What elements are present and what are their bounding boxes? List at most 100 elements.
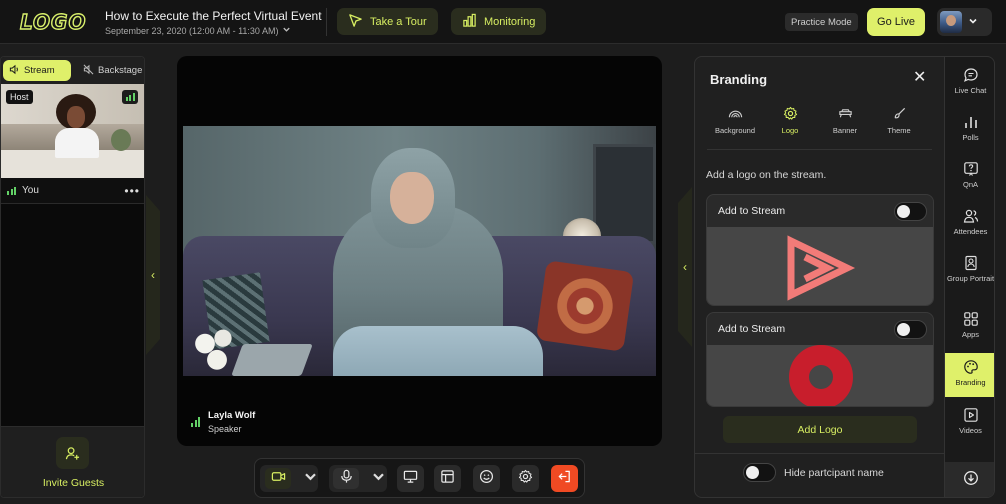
event-date-dropdown[interactable]: September 23, 2020 (12:00 AM - 11:30 AM): [105, 25, 291, 36]
banner-icon: [817, 106, 873, 121]
tab-stream[interactable]: Stream: [3, 60, 71, 81]
signal-strength-icon: [191, 417, 200, 427]
logo-preview[interactable]: [707, 345, 933, 406]
branding-description: Add a logo on the stream.: [706, 169, 827, 181]
sidebar-item-label: Videos: [959, 426, 982, 435]
camera-toggle-button[interactable]: [265, 468, 291, 489]
chat-icon: [945, 67, 994, 83]
download-button[interactable]: [945, 462, 994, 497]
speaker-video[interactable]: [183, 126, 656, 376]
add-to-stream-toggle[interactable]: [894, 320, 927, 339]
event-date: September 23, 2020 (12:00 AM - 11:30 AM): [105, 25, 279, 36]
sidebar-item-label: Attendees: [953, 227, 988, 236]
tab-theme[interactable]: Theme: [871, 106, 927, 135]
brand-logo[interactable]: LOGO: [19, 9, 86, 34]
triangle-logo-icon: [707, 235, 933, 305]
sidebar-item-polls[interactable]: Polls: [945, 114, 994, 158]
app-root: LOGO How to Execute the Perfect Virtual …: [0, 0, 1006, 504]
bar-chart-icon: [945, 114, 994, 130]
top-bar: LOGO How to Execute the Perfect Virtual …: [0, 0, 1006, 44]
sidebar-item-label: Live Chat: [954, 86, 987, 95]
tab-banner-label: Banner: [832, 126, 858, 135]
sidebar-item-live-chat[interactable]: Live Chat: [945, 67, 994, 111]
add-logo-button[interactable]: Add Logo: [723, 416, 917, 443]
add-to-stream-toggle[interactable]: [894, 202, 927, 221]
self-participant-row: You •••: [1, 178, 144, 204]
sidebar-item-label: Polls: [962, 133, 979, 142]
cursor-arrow-icon: [348, 13, 363, 31]
tab-background-label: Background: [714, 126, 756, 135]
brush-icon: [871, 106, 927, 121]
chevron-left-icon: ‹: [151, 268, 155, 282]
rainbow-icon: [707, 106, 763, 121]
tab-banner[interactable]: Banner: [817, 106, 873, 135]
sidebar-item-attendees[interactable]: Attendees: [945, 208, 994, 252]
sidebar-item-qna[interactable]: QnA: [945, 161, 994, 205]
sidebar-item-label: Apps: [961, 330, 980, 339]
ring-logo-icon: [707, 345, 933, 406]
add-to-stream-label: Add to Stream: [718, 205, 786, 217]
invite-guests-label: Invite Guests: [42, 477, 105, 489]
header-divider: [326, 8, 327, 36]
main-stage: Layla Wolf Speaker: [177, 56, 662, 446]
sidebar-item-label: Group Portrait: [946, 274, 995, 283]
event-title: How to Execute the Perfect Virtual Event: [105, 9, 322, 23]
logo-preview[interactable]: [707, 227, 933, 305]
collapse-left-panel-handle[interactable]: ‹: [146, 195, 160, 355]
tab-backstage[interactable]: Backstage: [77, 60, 144, 81]
speaker-name: Layla Wolf: [208, 410, 256, 421]
invite-guests-button[interactable]: Invite Guests: [1, 426, 144, 497]
video-file-icon: [945, 407, 994, 423]
bar-chart-icon: [462, 13, 477, 31]
collapse-right-panel-handle[interactable]: ‹: [678, 187, 692, 347]
microphone-toggle-button[interactable]: [333, 468, 359, 489]
camera-options-chevron-icon[interactable]: [303, 469, 318, 489]
microphone-control: [329, 465, 387, 492]
panel-divider: [695, 453, 944, 454]
monitoring-button[interactable]: Monitoring: [451, 8, 547, 35]
microphone-icon: [339, 469, 354, 489]
tab-logo-label: Logo: [781, 126, 799, 135]
close-icon[interactable]: ✕: [913, 70, 926, 86]
hide-participant-name-label: Hide partcipant name: [784, 466, 884, 479]
tab-theme-label: Theme: [887, 126, 911, 135]
sidebar-item-group-portrait[interactable]: Group Portrait: [945, 255, 995, 305]
speaker-muted-icon: [83, 64, 94, 78]
layout-icon: [440, 469, 455, 489]
settings-button[interactable]: [512, 465, 539, 492]
more-options-button[interactable]: •••: [124, 184, 140, 198]
signal-strength-icon: [122, 90, 138, 104]
take-tour-button[interactable]: Take a Tour: [337, 8, 438, 35]
hide-participant-name-toggle[interactable]: [743, 463, 776, 482]
speaker-label: Layla Wolf Speaker: [191, 410, 255, 434]
screen-share-button[interactable]: [397, 465, 424, 492]
reactions-button[interactable]: [473, 465, 500, 492]
tab-logo[interactable]: Logo: [762, 106, 818, 135]
video-camera-icon: [271, 469, 286, 489]
host-badge: Host: [6, 90, 33, 104]
sidebar-item-apps[interactable]: Apps: [945, 311, 994, 355]
sidebar-item-videos[interactable]: Videos: [945, 407, 994, 451]
sidebar-item-label: Branding: [955, 378, 986, 387]
take-tour-label: Take a Tour: [370, 15, 427, 28]
monitor-icon: [403, 469, 418, 489]
question-icon: [945, 161, 994, 177]
tab-background[interactable]: Background: [707, 106, 763, 135]
microphone-options-chevron-icon[interactable]: [371, 469, 386, 489]
apps-grid-icon: [945, 311, 994, 327]
media-toolbar: [254, 458, 585, 498]
branding-title: Branding: [710, 72, 768, 87]
gear-badge-icon: [762, 106, 818, 121]
hide-participant-name-row: Hide partcipant name: [743, 463, 884, 482]
add-user-icon: [56, 437, 89, 469]
practice-mode-badge: Practice Mode: [785, 13, 858, 31]
camera-control: [260, 465, 318, 492]
user-menu-button[interactable]: [937, 8, 992, 36]
leave-button[interactable]: [551, 465, 578, 492]
add-to-stream-label: Add to Stream: [718, 323, 786, 335]
layout-button[interactable]: [434, 465, 461, 492]
sidebar-item-branding[interactable]: Branding: [945, 353, 994, 397]
go-live-button[interactable]: Go Live: [867, 8, 925, 36]
tab-stream-label: Stream: [24, 65, 55, 76]
branding-tabs: Background Logo Banner Theme: [707, 98, 932, 150]
